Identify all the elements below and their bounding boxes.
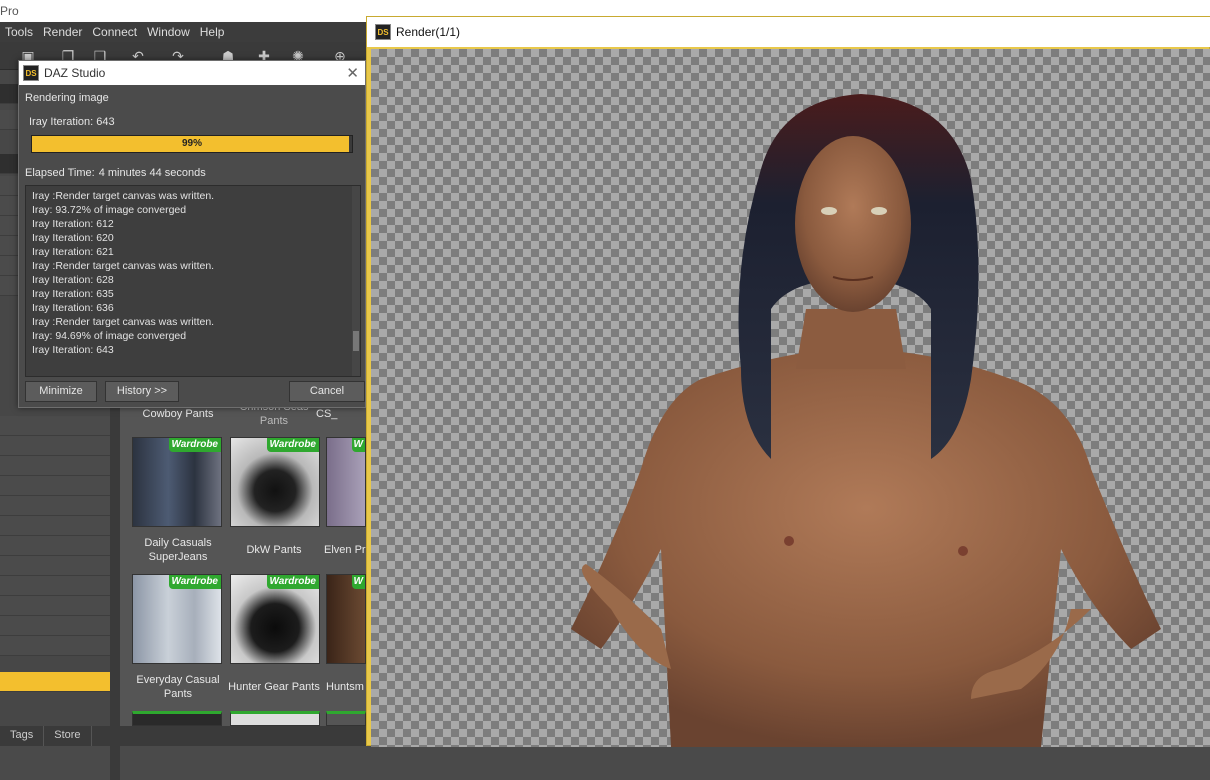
log-line: Iray Iteration: 635 — [32, 288, 114, 300]
wardrobe-badge: Wardrobe — [266, 575, 319, 589]
product-thumbnail[interactable] — [230, 711, 320, 726]
log-line: Iray Iteration: 612 — [32, 218, 114, 230]
render-log[interactable]: Iray :Render target canvas was written. … — [25, 185, 361, 377]
product-thumbnail[interactable]: Wardrobe — [132, 574, 222, 664]
menu-render[interactable]: Render — [38, 22, 87, 42]
close-icon[interactable]: ✕ — [346, 64, 359, 82]
list-item[interactable] — [0, 616, 110, 636]
list-item[interactable] — [0, 496, 110, 516]
list-item[interactable] — [0, 436, 110, 456]
log-line: Iray: 93.72% of image converged — [32, 204, 187, 216]
dialog-title: DAZ Studio — [44, 66, 106, 80]
menu-help[interactable]: Help — [195, 22, 230, 42]
list-item[interactable] — [0, 416, 110, 436]
cancel-button[interactable]: Cancel — [289, 381, 365, 402]
render-progress-dialog: DS DAZ Studio ✕ Rendering image Iray Ite… — [18, 60, 366, 408]
wardrobe-badge: W — [351, 575, 365, 589]
tile-label: Hunter Gear Pants — [228, 681, 320, 693]
product-thumbnail[interactable]: W — [326, 574, 366, 664]
render-window: DS Render(1/1) — [366, 16, 1210, 747]
tile-label: DkW Pants — [246, 544, 302, 556]
log-line: Iray :Render target canvas was written. — [32, 316, 215, 328]
list-item[interactable] — [0, 536, 110, 556]
product-thumbnail[interactable]: Wardrobe — [132, 437, 222, 527]
log-line: Iray Iteration: 643 — [32, 344, 114, 356]
rendered-figure-image — [571, 94, 1161, 747]
list-item[interactable] — [0, 636, 110, 656]
progress-bar: 99% — [31, 135, 353, 153]
wardrobe-badge: Wardrobe — [168, 575, 221, 589]
list-item[interactable] — [0, 516, 110, 536]
menubar: Tools Render Connect Window Help — [0, 22, 366, 42]
elapsed-label: Elapsed Time: — [25, 167, 95, 179]
list-item[interactable] — [0, 596, 110, 616]
daz-logo-icon: DS — [23, 65, 39, 81]
daz-logo-icon: DS — [375, 24, 391, 40]
menu-window[interactable]: Window — [142, 22, 195, 42]
tile-label: Everyday Casual Pants — [136, 674, 220, 700]
list-item[interactable] — [0, 476, 110, 496]
log-line: Iray Iteration: 636 — [32, 302, 114, 314]
render-window-title: Render(1/1) — [396, 25, 461, 39]
app-title: Pro — [0, 4, 19, 18]
product-thumbnail[interactable] — [326, 711, 366, 726]
product-thumbnail[interactable]: Wardrobe — [230, 437, 320, 527]
list-item[interactable] — [0, 456, 110, 476]
tile-label: Daily Casuals SuperJeans — [144, 537, 212, 563]
render-status: Rendering image — [25, 92, 109, 104]
wardrobe-badge: Wardrobe — [266, 438, 319, 452]
list-item[interactable] — [0, 556, 110, 576]
tile-label: CS_ — [316, 408, 338, 420]
menu-tools[interactable]: Tools — [0, 22, 38, 42]
tab-store[interactable]: Store — [44, 726, 92, 746]
render-window-titlebar[interactable]: DS Render(1/1) — [367, 17, 1210, 47]
menu-connect[interactable]: Connect — [87, 22, 142, 42]
log-line: Iray Iteration: 621 — [32, 246, 114, 258]
tab-tags[interactable]: Tags — [0, 726, 45, 746]
log-line: Iray :Render target canvas was written. — [32, 190, 215, 202]
tile-label: Cowboy Pants — [142, 408, 214, 420]
progress-percent: 99% — [181, 138, 202, 149]
tile-label: Huntsm — [326, 681, 364, 693]
list-item[interactable] — [0, 576, 110, 596]
elapsed-value: 4 minutes 44 seconds — [98, 167, 206, 179]
wardrobe-badge: Wardrobe — [168, 438, 221, 452]
list-item-selected[interactable] — [0, 672, 110, 692]
log-line: Iray Iteration: 628 — [32, 274, 114, 286]
log-line: Iray: 94.69% of image converged — [32, 330, 187, 342]
scrollbar-thumb[interactable] — [353, 331, 359, 351]
dialog-titlebar[interactable]: DS DAZ Studio ✕ — [19, 61, 365, 85]
log-line: Iray Iteration: 620 — [32, 232, 114, 244]
render-canvas[interactable] — [371, 49, 1210, 747]
bottom-tabs: Tags Store — [0, 726, 366, 746]
log-line: Iray :Render target canvas was written. — [32, 260, 215, 272]
product-thumbnail[interactable] — [132, 711, 222, 726]
content-library-grid: Cowboy Pants Crimson Seas Pants CS_ Ward… — [120, 400, 366, 726]
iteration-label: Iray Iteration: 643 — [29, 116, 115, 128]
history-button[interactable]: History >> — [105, 381, 179, 402]
product-thumbnail[interactable]: Wardrobe — [230, 574, 320, 664]
elapsed-time: Elapsed Time: 4 minutes 44 seconds — [25, 167, 206, 179]
product-thumbnail[interactable]: W — [326, 437, 366, 527]
wardrobe-badge: W — [351, 438, 365, 452]
minimize-button[interactable]: Minimize — [25, 381, 97, 402]
tile-label: Elven Pr — [324, 544, 366, 556]
log-scrollbar[interactable] — [352, 186, 360, 376]
